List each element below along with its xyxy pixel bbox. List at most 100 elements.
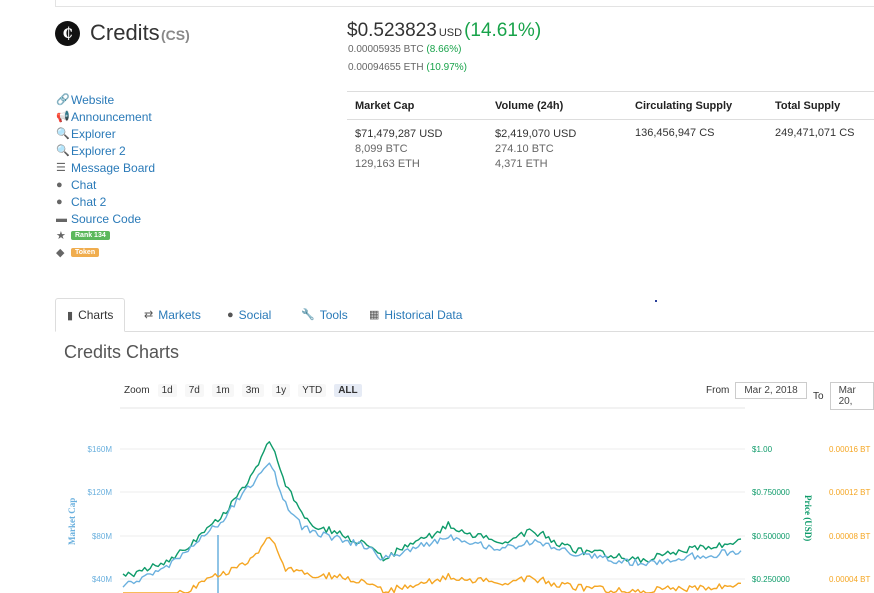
price-btc: 0.00005935 BTC <box>348 44 424 55</box>
charts-title: Credits Charts <box>64 342 180 362</box>
usd-tick-label: $1.00 <box>752 445 773 454</box>
zoom-label: Zoom <box>124 385 150 396</box>
market-cap-line <box>122 462 742 588</box>
link-chat[interactable]: ● Chat <box>56 176 155 193</box>
link-label: Message Board <box>71 160 156 175</box>
price-usd-row: $0.523823 USD (14.61%) <box>347 20 541 42</box>
tab-label: Tools <box>319 307 348 322</box>
link-explorer-2[interactable]: 🔍 Explorer 2 <box>56 142 155 159</box>
price-eth-row: 0.00094655 ETH (10.97%) <box>348 62 467 73</box>
link-label: Announcement <box>71 109 152 124</box>
left-axis-ticks: $160M $120M $80M $40M <box>88 445 113 584</box>
globe-icon: ● <box>227 308 234 321</box>
zoom-all-button[interactable]: ALL <box>334 384 362 397</box>
price-btc-change: (8.66%) <box>426 44 462 55</box>
left-axis-title: Market Cap <box>67 498 77 545</box>
zoom-1m-button[interactable]: 1m <box>211 384 234 397</box>
tab-label: Charts <box>78 308 114 322</box>
price-eth-change: (10.97%) <box>426 62 467 73</box>
coin-symbol: (CS) <box>161 27 190 43</box>
link-label: Source Code <box>71 211 142 226</box>
header-total: Total Supply <box>775 99 841 112</box>
rank-row: ★ Rank 134 <box>56 227 155 244</box>
coin-links: 🔗 Website 📢 Announcement 🔍 Explorer 🔍 Explor… <box>56 91 155 261</box>
left-tick-label: $160M <box>88 445 113 454</box>
tab-charts[interactable]: ▮ Charts <box>55 298 126 332</box>
market-cap-cell: $71,479,287 USD 8,099 BTC 129,163 ETH <box>355 127 442 172</box>
tab-markets[interactable]: ⇄ Markets <box>144 298 201 331</box>
zoom-1y-button[interactable]: 1y <box>271 384 291 397</box>
zoom-3m-button[interactable]: 3m <box>241 384 264 397</box>
stats-values-row: $71,479,287 USD 8,099 BTC 129,163 ETH $2… <box>347 120 874 180</box>
market-cap-btc: 8,099 BTC <box>355 143 408 155</box>
link-label: Chat 2 <box>71 194 107 209</box>
market-cap-usd: $71,479,287 USD <box>355 128 443 140</box>
coin-logo-icon: ₵ <box>55 21 80 46</box>
globe-icon: ● <box>56 195 63 208</box>
link-label: Explorer <box>71 126 116 141</box>
tab-social[interactable]: ● Social <box>227 298 271 331</box>
header-circulating: Circulating Supply <box>635 99 733 112</box>
link-explorer[interactable]: 🔍 Explorer <box>56 125 155 142</box>
volume-usd: $2,419,070 USD <box>495 128 577 140</box>
volume-eth: 4,371 ETH <box>495 158 548 170</box>
volume-btc: 274.10 BTC <box>495 143 554 155</box>
left-tick-label: $40M <box>92 575 112 584</box>
wrench-icon: 🔧 <box>301 309 315 321</box>
volume-cell: $2,419,070 USD 274.10 BTC 4,371 ETH <box>495 127 576 172</box>
left-tick-label: $120M <box>88 488 113 497</box>
usd-tick-label: $0.500000 <box>752 532 790 541</box>
globe-icon: ● <box>56 178 63 191</box>
price-chart: Market Cap Price (USD) $160M $120M $80M $40… <box>67 407 870 593</box>
price-btc-row: 0.00005935 BTC (8.66%) <box>348 44 461 55</box>
link-icon: 🔗 <box>56 94 70 106</box>
link-announcement[interactable]: 📢 Announcement <box>56 108 155 125</box>
usd-tick-label: $0.750000 <box>752 488 790 497</box>
zoom-1d-button[interactable]: 1d <box>157 384 177 397</box>
link-message-board[interactable]: ☰ Message Board <box>56 159 155 176</box>
link-label: Website <box>71 92 115 107</box>
tab-bar: ▮ Charts ⇄ Markets ● Social 🔧 Tools ▦ Histori… <box>55 298 874 332</box>
stats-header-row: Market Cap Volume (24h) Circulating Supp… <box>347 91 874 120</box>
token-badge: Token <box>71 248 100 257</box>
circulating-supply: 136,456,947 CS <box>635 127 715 139</box>
btc-tick-label: 0.00012 BT <box>829 488 870 497</box>
header-market-cap: Market Cap <box>355 99 415 112</box>
btc-tick-label: 0.00016 BT <box>829 445 870 454</box>
stats-table: Market Cap Volume (24h) Circulating Supp… <box>347 91 874 180</box>
tab-label: Historical Data <box>384 307 463 322</box>
btc-tick-label: 0.00004 BT <box>829 575 870 584</box>
left-tick-label: $80M <box>92 532 112 541</box>
usd-tick-label: $0.250000 <box>752 575 790 584</box>
to-label: To <box>813 390 824 402</box>
price-usd-change: (14.61%) <box>464 20 542 41</box>
total-supply: 249,471,071 CS <box>775 127 855 139</box>
chart-series <box>122 441 742 593</box>
market-cap-eth: 129,163 ETH <box>355 158 420 170</box>
search-icon: 🔍 <box>56 128 70 140</box>
tab-tools[interactable]: 🔧 Tools <box>301 298 348 331</box>
link-chat-2[interactable]: ● Chat 2 <box>56 193 155 210</box>
zoom-controls: Zoom 1d 7d 1m 3m 1y YTD ALL <box>124 384 362 397</box>
zoom-7d-button[interactable]: 7d <box>184 384 204 397</box>
tab-historical-data[interactable]: ▦ Historical Data <box>369 298 462 331</box>
link-website[interactable]: 🔗 Website <box>56 91 155 108</box>
link-label: Chat <box>71 177 97 192</box>
link-source-code[interactable]: ▬ Source Code <box>56 210 155 227</box>
usd-axis-ticks: $1.00 $0.750000 $0.500000 $0.250000 <box>752 445 790 584</box>
right-axis-title: Price (USD) <box>803 495 813 541</box>
from-date-input[interactable]: Mar 2, 2018 <box>735 382 807 399</box>
btc-tick-label: 0.00008 BT <box>829 532 870 541</box>
price-usd-unit: USD <box>438 27 463 39</box>
from-range: From Mar 2, 2018 <box>706 382 807 399</box>
price-btc-line <box>123 536 742 593</box>
search-icon: 🔍 <box>56 145 70 157</box>
price-usd: $0.523823 <box>347 20 437 41</box>
megaphone-icon: 📢 <box>56 111 70 123</box>
zoom-ytd-button[interactable]: YTD <box>298 384 327 397</box>
rank-badge: Rank 134 <box>71 231 110 240</box>
tab-label: Social <box>238 307 272 322</box>
tab-label: Markets <box>158 307 201 322</box>
top-frame-line <box>55 6 874 7</box>
from-label: From <box>706 385 730 396</box>
